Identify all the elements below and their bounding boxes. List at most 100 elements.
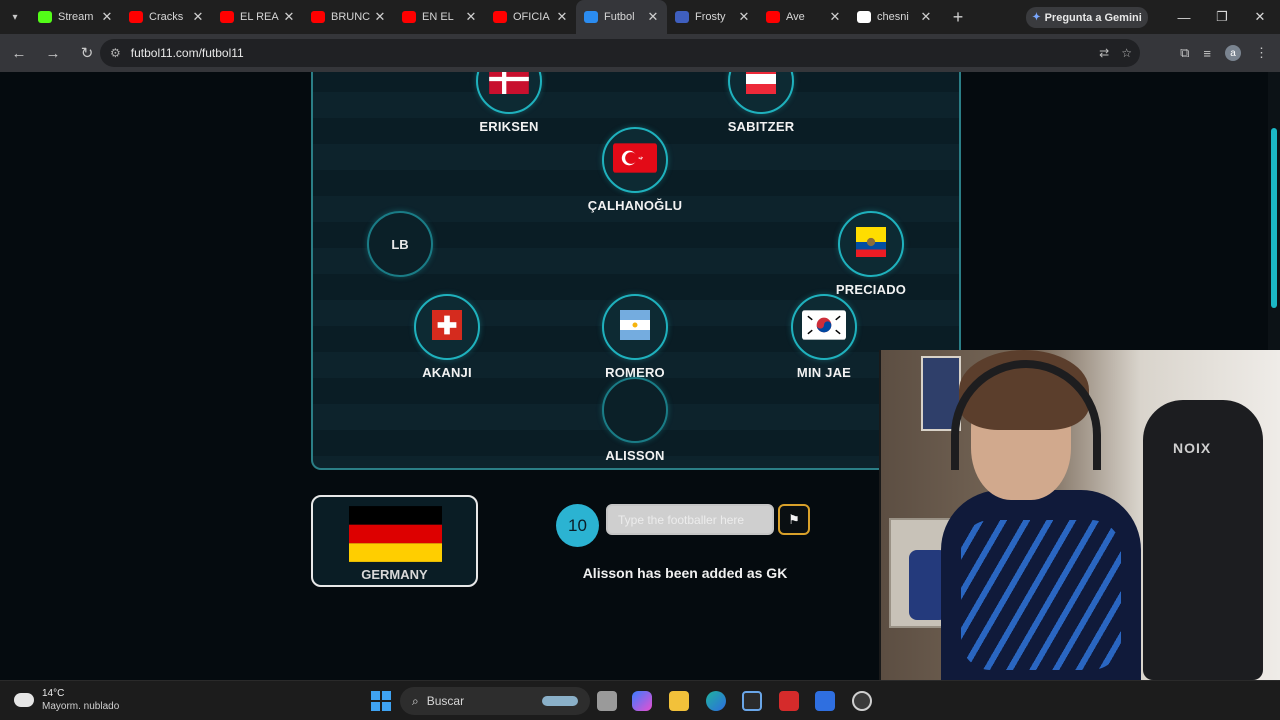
file-explorer-icon[interactable] xyxy=(669,691,689,711)
windows-start-icon[interactable] xyxy=(371,691,391,711)
search-label: Buscar xyxy=(426,694,465,708)
browser-tab[interactable]: chesni ✕ xyxy=(849,0,940,34)
chrome-taskbar-icon[interactable] xyxy=(852,691,872,711)
player-name: ERIKSEN xyxy=(479,119,539,134)
taskbar-search[interactable]: ⌕ Buscar xyxy=(400,687,590,715)
country-name: GERMANY xyxy=(361,567,428,582)
close-window-icon[interactable]: ✕ xyxy=(1241,0,1279,34)
browser-tab[interactable]: Ave ✕ xyxy=(758,0,849,34)
weather-description: Mayorm. nublado xyxy=(42,701,120,712)
tab-close-icon[interactable]: ✕ xyxy=(101,9,113,25)
player-disc[interactable] xyxy=(838,211,904,277)
tab-label: Frosty xyxy=(695,11,726,23)
scrollbar-thumb[interactable] xyxy=(1271,128,1277,308)
tab-close-icon[interactable]: ✕ xyxy=(192,9,204,25)
tab-favicon-icon xyxy=(38,11,52,23)
tab-favicon-icon xyxy=(402,11,416,23)
tab-close-icon[interactable]: ✕ xyxy=(829,9,841,25)
give-up-button[interactable]: ⚑ xyxy=(778,504,810,535)
player-disc[interactable] xyxy=(602,127,668,193)
media-controls-icon[interactable]: ≡ xyxy=(1203,46,1211,61)
extensions-icon[interactable]: ⧉ xyxy=(1180,45,1189,61)
browser-tab[interactable]: OFICIA ✕ xyxy=(485,0,576,34)
temperature: 14°C xyxy=(42,688,65,699)
profile-avatar[interactable]: a xyxy=(1225,45,1241,61)
tab-label: Cracks xyxy=(149,11,184,23)
antivirus-icon[interactable] xyxy=(779,691,799,711)
player-slot[interactable]: ÇALHANOĞLU xyxy=(575,127,695,213)
browser-tab[interactable]: Cracks ✕ xyxy=(121,0,212,34)
translate-icon[interactable]: ⇄ xyxy=(1099,46,1109,60)
player-slot[interactable]: AKANJI xyxy=(387,294,507,380)
tab-favicon-icon xyxy=(584,11,598,23)
tab-favicon-icon xyxy=(129,11,143,23)
tab-label: Ave xyxy=(786,11,805,23)
flag-icon: ⚑ xyxy=(788,511,800,527)
germany-flag-icon xyxy=(349,506,442,562)
menu-kebab-icon[interactable]: ⋮ xyxy=(1255,45,1268,61)
copilot-icon[interactable] xyxy=(632,691,652,711)
mail-icon[interactable] xyxy=(815,691,835,711)
player-slot[interactable]: ALISSON xyxy=(575,377,695,463)
player-disc[interactable]: LB xyxy=(367,211,433,277)
forward-icon[interactable]: → xyxy=(38,38,68,68)
korea-flag-icon xyxy=(802,309,846,345)
guesses-counter: 10 xyxy=(556,504,599,547)
gemini-icon: ✦ xyxy=(1032,12,1041,23)
browser-tab[interactable]: BRUNC ✕ xyxy=(303,0,394,34)
back-icon[interactable]: ← xyxy=(4,38,34,68)
edge-icon[interactable] xyxy=(706,691,726,711)
tab-favicon-icon xyxy=(675,11,689,23)
tab-label: Futbol xyxy=(604,11,635,23)
browser-tab[interactable]: Stream ✕ xyxy=(30,0,121,34)
player-disc[interactable] xyxy=(728,72,794,114)
restore-icon[interactable]: ❐ xyxy=(1203,0,1241,34)
store-icon[interactable] xyxy=(742,691,762,711)
weather-widget[interactable]: 14°C Mayorm. nublado xyxy=(14,687,119,713)
switzerland-flag-icon xyxy=(425,309,469,345)
ecuador-flag-icon xyxy=(849,226,893,262)
browser-tab[interactable]: EN EL ✕ xyxy=(394,0,485,34)
gemini-button[interactable]: ✦ Pregunta a Gemini xyxy=(1026,7,1148,28)
task-view-icon[interactable] xyxy=(597,691,617,711)
player-slot[interactable]: SABITZER xyxy=(701,72,821,134)
site-info-icon[interactable]: ⚙ xyxy=(110,46,121,60)
player-slot[interactable]: PRECIADO xyxy=(811,211,931,297)
player-disc[interactable] xyxy=(414,294,480,360)
bookmark-star-icon[interactable]: ☆ xyxy=(1121,46,1132,60)
tab-favicon-icon xyxy=(311,11,325,23)
status-message: Alisson has been added as GK xyxy=(582,565,788,581)
player-slot[interactable]: ROMERO xyxy=(575,294,695,380)
reload-icon[interactable]: ↻ xyxy=(72,38,102,68)
browser-tab[interactable]: EL REA ✕ xyxy=(212,0,303,34)
player-name: ALISSON xyxy=(605,448,665,463)
address-bar[interactable]: ⚙ futbol11.com/futbol11 ⇄ ☆ xyxy=(100,39,1140,67)
tab-close-icon[interactable]: ✕ xyxy=(374,9,386,25)
austria-flag-icon xyxy=(739,72,783,99)
player-slot[interactable]: LB xyxy=(340,211,460,277)
player-name: ÇALHANOĞLU xyxy=(587,198,683,213)
player-disc[interactable] xyxy=(791,294,857,360)
country-card: GERMANY xyxy=(311,495,478,587)
tab-close-icon[interactable]: ✕ xyxy=(283,9,295,25)
player-disc[interactable] xyxy=(602,294,668,360)
tab-label: EL REA xyxy=(240,11,279,23)
tab-search-icon[interactable]: ▾ xyxy=(0,0,30,34)
player-disc[interactable] xyxy=(602,377,668,443)
browser-tab[interactable]: Futbol ✕ xyxy=(576,0,667,34)
tab-favicon-icon xyxy=(857,11,871,23)
new-tab-icon[interactable]: + xyxy=(946,7,970,28)
tab-favicon-icon xyxy=(766,11,780,23)
tab-close-icon[interactable]: ✕ xyxy=(738,9,750,25)
player-disc[interactable] xyxy=(476,72,542,114)
minimize-icon[interactable]: — xyxy=(1165,0,1203,34)
player-slot[interactable]: MIN JAE xyxy=(764,294,884,380)
player-slot[interactable]: ERIKSEN xyxy=(449,72,569,134)
tab-close-icon[interactable]: ✕ xyxy=(920,9,932,25)
browser-tab[interactable]: Frosty ✕ xyxy=(667,0,758,34)
footballer-input[interactable] xyxy=(606,504,774,535)
tab-close-icon[interactable]: ✕ xyxy=(465,9,477,25)
tab-close-icon[interactable]: ✕ xyxy=(556,9,568,25)
tab-label: chesni xyxy=(877,11,909,23)
tab-close-icon[interactable]: ✕ xyxy=(647,9,659,25)
